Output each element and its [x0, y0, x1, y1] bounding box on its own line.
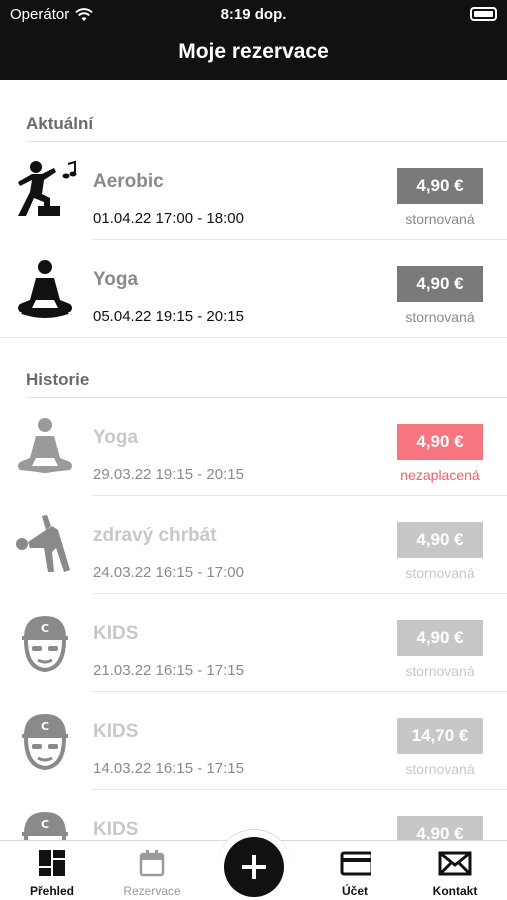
svg-text:C: C [41, 622, 49, 635]
reservation-row[interactable]: Yoga 29.03.22 19:15 - 20:15 4,90 € nezap… [0, 398, 507, 496]
reservations-list[interactable]: Aktuální Aerobic 01.04.22 17:00 - 18:00 … [0, 80, 507, 840]
tab-label: Přehled [29, 884, 74, 898]
reservation-status: stornovaná [405, 309, 475, 325]
svg-text:C: C [41, 818, 49, 831]
yoga-icon [18, 260, 72, 318]
price-badge: 4,90 € [397, 816, 483, 840]
price-badge: 14,70 € [397, 718, 483, 754]
tab-label: Kontakt [432, 884, 478, 898]
class-date: 29.03.22 19:15 - 20:15 [93, 466, 244, 483]
class-title: Aerobic [93, 171, 164, 192]
tab-overview[interactable]: Přehled [2, 841, 102, 900]
top-bar: Operátor 8:19 dop. Moje rezervace [0, 0, 507, 80]
price-badge: 4,90 € [397, 522, 483, 558]
yoga-icon [18, 418, 72, 473]
price-badge: 4,90 € [397, 266, 483, 302]
class-title: KIDS [93, 623, 139, 644]
reservation-status: stornovaná [405, 565, 475, 581]
class-date: 24.03.22 16:15 - 17:00 [93, 564, 244, 581]
tab-bar: Přehled Rezervace Účet Kontakt [0, 829, 507, 900]
class-date: 14.03.22 16:15 - 17:15 [93, 760, 244, 777]
section-header-history: Historie [26, 370, 90, 389]
price-badge: 4,90 € [397, 424, 483, 460]
svg-text:C: C [41, 720, 49, 733]
add-reservation-button[interactable] [224, 837, 284, 897]
stretching-icon [16, 515, 70, 572]
reservation-status: stornovaná [405, 761, 475, 777]
price-badge: 4,90 € [397, 620, 483, 656]
class-date: 21.03.22 16:15 - 17:15 [93, 662, 244, 679]
row-divider [0, 337, 507, 338]
class-title: zdravý chrbát [93, 525, 217, 546]
calendar-icon [139, 850, 165, 877]
aerobic-icon [18, 160, 77, 216]
reservation-row[interactable]: Yoga 05.04.22 19:15 - 20:15 4,90 € storn… [0, 240, 507, 338]
reservation-row[interactable]: C KIDS 21.03.22 16:15 - 17:15 4,90 € sto… [0, 594, 507, 692]
reservation-status: stornovaná [405, 663, 475, 679]
reservation-status: nezaplacená [400, 467, 480, 483]
class-title: KIDS [93, 721, 139, 742]
tab-contact[interactable]: Kontakt [405, 841, 505, 900]
dashboard-icon [39, 850, 65, 876]
price-badge: 4,90 € [397, 168, 483, 204]
tab-label: Účet [341, 884, 368, 898]
class-title: KIDS [93, 819, 139, 840]
kid-cap-icon: C [22, 714, 68, 771]
reservation-status: stornovaná [405, 211, 475, 227]
class-date: 05.04.22 19:15 - 20:15 [93, 308, 244, 325]
envelope-icon [438, 851, 472, 876]
page-title: Moje rezervace [178, 40, 329, 63]
tab-label: Rezervace [123, 884, 181, 898]
battery-icon [470, 7, 497, 21]
class-title: Yoga [93, 427, 139, 448]
kid-cap-icon: C [22, 812, 68, 840]
reservation-row[interactable]: zdravý chrbát 24.03.22 16:15 - 17:00 4,9… [0, 496, 507, 594]
class-title: Yoga [93, 269, 139, 290]
tab-reservations[interactable]: Rezervace [102, 841, 202, 900]
plus-icon [242, 855, 266, 879]
class-date: 01.04.22 17:00 - 18:00 [93, 210, 244, 227]
kid-cap-icon: C [22, 616, 68, 673]
status-bar: Operátor 8:19 dop. [0, 0, 507, 28]
section-header-current: Aktuální [26, 114, 94, 133]
reservation-row[interactable]: Aerobic 01.04.22 17:00 - 18:00 4,90 € st… [0, 142, 507, 240]
reservation-row[interactable]: C KIDS 14.03.22 16:15 - 17:15 14,70 € st… [0, 692, 507, 790]
credit-card-icon [340, 851, 371, 876]
status-time: 8:19 dop. [220, 6, 287, 23]
tab-account[interactable]: Účet [305, 841, 405, 900]
